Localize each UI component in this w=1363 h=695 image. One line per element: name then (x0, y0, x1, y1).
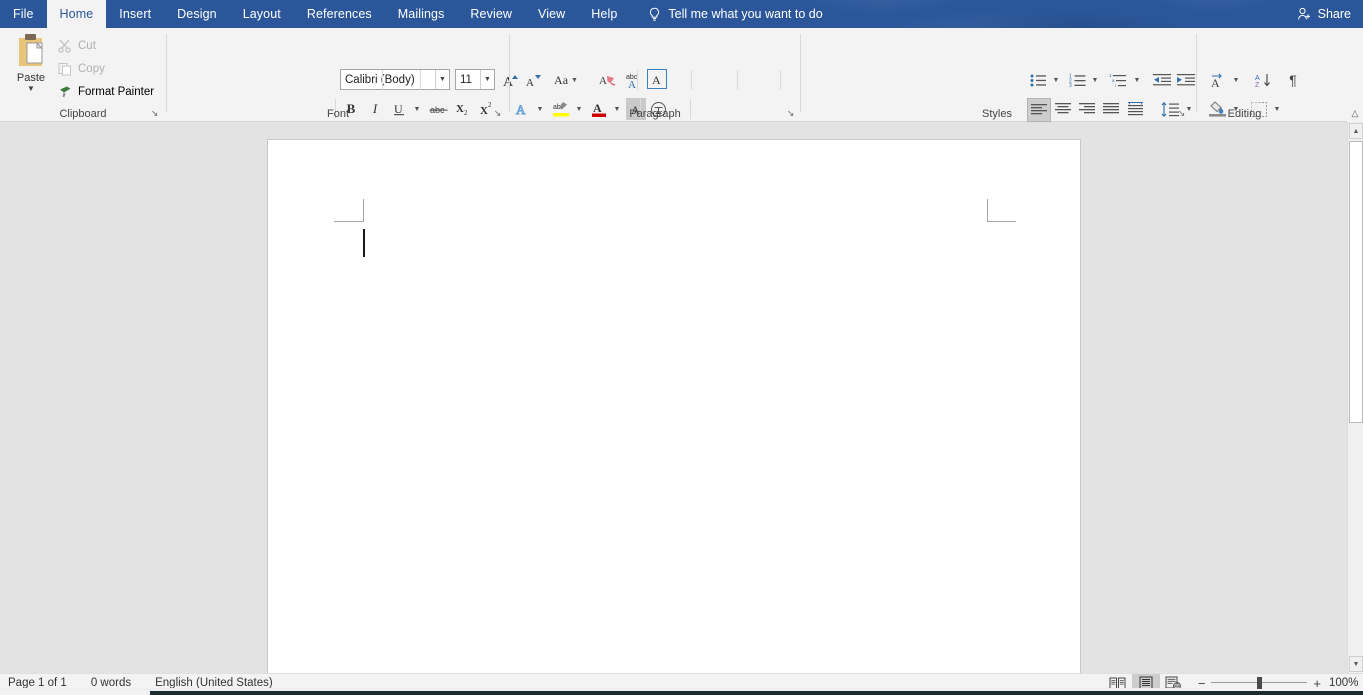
mini-separator (637, 70, 638, 90)
share-label: Share (1317, 7, 1351, 21)
zoom-in-button[interactable]: + (1313, 676, 1321, 691)
tab-insert[interactable]: Insert (106, 0, 164, 28)
ribbon-group-font: Calibri (Body) ▼ 11 ▼ A A Aa ▼ A (167, 28, 667, 122)
paintbrush-icon (58, 85, 73, 99)
paste-label: Paste (16, 72, 46, 84)
lightbulb-icon (648, 7, 661, 22)
collapse-ribbon-button[interactable]: △ (1347, 104, 1363, 122)
tab-layout[interactable]: Layout (230, 0, 294, 28)
text-cursor (363, 229, 365, 257)
ribbon-group-clipboard: Paste ▼ Cut Copy Format Painter Clipboar… (0, 28, 166, 122)
scrollbar-thumb[interactable] (1349, 141, 1363, 423)
zoom-slider-thumb[interactable] (1257, 677, 1263, 689)
taskbar-active-indicator (0, 691, 150, 695)
paste-button[interactable]: Paste ▼ (10, 32, 52, 102)
ribbon-group-styles: AaBbCcDc ¶ Normal AaBbCcDc ¶ No Spac... … (801, 28, 1193, 122)
ribbon-group-editing: Find ▼ abac Replace Select ▼ Editing (1197, 28, 1363, 122)
tab-design[interactable]: Design (164, 0, 230, 28)
tab-home[interactable]: Home (46, 0, 107, 28)
font-name-input[interactable]: Calibri (Body) ▼ (340, 69, 450, 90)
copy-label: Copy (78, 63, 105, 75)
zoom-level-label[interactable]: 100% (1329, 677, 1363, 689)
person-share-icon (1297, 7, 1312, 21)
copy-icon (58, 62, 73, 76)
format-painter-label: Format Painter (78, 86, 155, 98)
mini-separator (691, 70, 692, 90)
scissors-icon (58, 39, 73, 53)
desktop-taskbar (0, 691, 1363, 695)
scroll-down-button[interactable]: ▼ (1349, 656, 1363, 672)
paragraph-dialog-launcher[interactable]: ↘ (785, 108, 796, 119)
font-dialog-launcher[interactable]: ↘ (492, 108, 503, 119)
zoom-slider[interactable] (1211, 677, 1308, 689)
copy-button[interactable]: Copy (56, 59, 105, 79)
share-button[interactable]: Share (1297, 0, 1351, 28)
mini-separator (780, 70, 781, 90)
tab-file[interactable]: File (0, 0, 47, 28)
scroll-up-button[interactable]: ▲ (1349, 123, 1363, 139)
tab-help[interactable]: Help (578, 0, 630, 28)
tab-mailings[interactable]: Mailings (385, 0, 458, 28)
mini-separator (382, 70, 383, 90)
ribbon-group-paragraph: ▼ 123 ▼ 1ai ▼ A ▼ AZ ¶ ▼ ▼ ▼ Paragraph ↘ (510, 28, 1297, 122)
styles-dialog-launcher[interactable]: ↘ (1176, 108, 1187, 119)
vertical-scrollbar[interactable]: ▲ ▼ (1347, 122, 1363, 673)
document-page[interactable] (267, 139, 1081, 673)
group-label-font: Font (326, 108, 349, 120)
font-size-input[interactable]: 11 ▼ (455, 69, 495, 90)
group-label-paragraph: Paragraph (629, 108, 681, 120)
page-number-status[interactable]: Page 1 of 1 (0, 677, 67, 689)
tab-references[interactable]: References (294, 0, 385, 28)
font-size-value: 11 (460, 73, 472, 86)
zoom-controls: − + (1188, 676, 1329, 691)
ribbon: Paste ▼ Cut Copy Format Painter Clipboar… (0, 28, 1363, 122)
word-count-status[interactable]: 0 words (67, 677, 131, 689)
format-painter-button[interactable]: Format Painter (56, 82, 154, 102)
mini-separator (737, 70, 738, 90)
tell-me-search[interactable]: Tell me what you want to do (630, 0, 832, 28)
chevron-down-icon[interactable]: ▼ (480, 70, 494, 89)
tell-me-label: Tell me what you want to do (668, 7, 823, 21)
clipboard-icon (14, 32, 48, 70)
cut-button[interactable]: Cut (56, 36, 96, 56)
ribbon-tab-bar: File Home Insert Design Layout Reference… (0, 0, 1363, 28)
language-status[interactable]: English (United States) (131, 677, 273, 689)
tab-review[interactable]: Review (457, 0, 525, 28)
chevron-down-icon[interactable]: ▼ (435, 70, 449, 89)
group-label-clipboard: Clipboard (59, 108, 107, 120)
mini-separator (420, 70, 421, 90)
document-canvas (0, 122, 1347, 673)
group-label-editing: Editing (1227, 108, 1262, 120)
word-application-window: File Home Insert Design Layout Reference… (0, 0, 1363, 695)
tab-view[interactable]: View (525, 0, 578, 28)
clipboard-dialog-launcher[interactable]: ↘ (149, 108, 160, 119)
cut-label: Cut (78, 40, 96, 52)
group-label-styles: Styles (982, 108, 1012, 120)
chevron-down-icon[interactable]: ▼ (27, 85, 35, 93)
